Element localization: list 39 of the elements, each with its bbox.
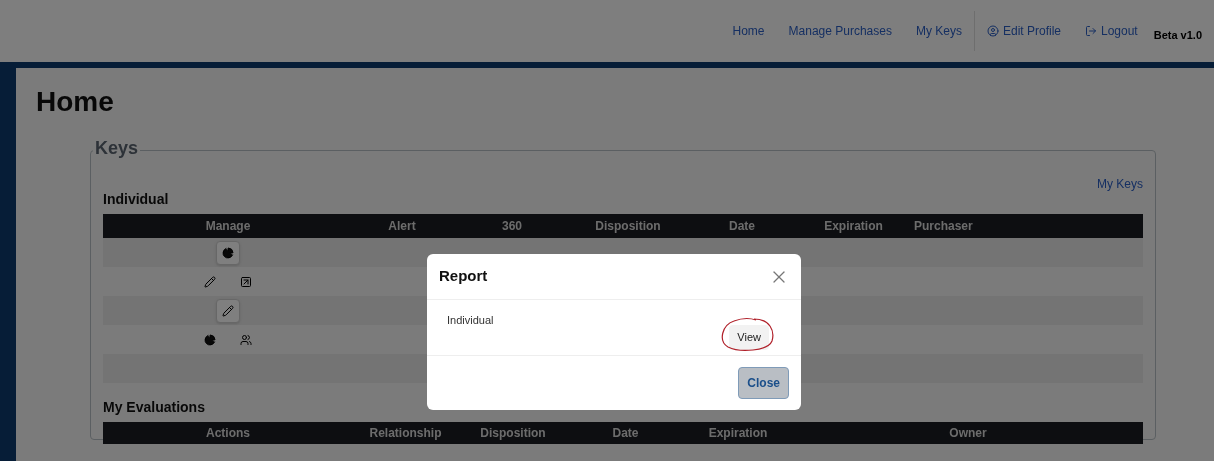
column-header: Disposition: [479, 425, 547, 442]
column-header: Date: [611, 425, 640, 442]
annotation-circle-drawing: [720, 317, 776, 353]
section-title: My Evaluations: [103, 398, 206, 417]
nav-link[interactable]: Edit Profile: [986, 22, 1061, 40]
dialog-title: Report: [439, 266, 488, 287]
nav-link[interactable]: Logout: [1085, 22, 1138, 40]
view-button[interactable]: View: [729, 325, 769, 350]
users-icon: [240, 333, 252, 346]
pencil-icon: [204, 275, 216, 288]
pie-chart-button[interactable]: [216, 240, 240, 265]
column-header: Expiration: [823, 218, 884, 235]
column-header: Alert: [387, 218, 417, 235]
column-header: Purchaser: [913, 218, 974, 235]
external-link-icon: [240, 275, 252, 288]
column-header: Relationship: [368, 425, 443, 442]
column-header: Manage: [204, 218, 252, 235]
version-label: Beta v1.0: [1153, 27, 1202, 43]
user-icon: [986, 25, 999, 37]
column-header: 360: [501, 218, 523, 235]
column-header: Expiration: [707, 425, 769, 442]
close-button[interactable]: Close: [738, 367, 789, 399]
pencil-button[interactable]: [216, 298, 240, 323]
nav-link[interactable]: My Keys: [915, 22, 962, 40]
my-keys-link[interactable]: My Keys: [1097, 175, 1143, 193]
column-header: Owner: [948, 425, 988, 442]
report-label: Individual: [447, 313, 494, 328]
page-title: Home: [36, 88, 115, 116]
pie-chart-icon: [204, 333, 216, 346]
logout-icon: [1085, 25, 1097, 37]
column-header: Actions: [205, 425, 251, 442]
nav-link[interactable]: Manage Purchases: [788, 22, 892, 40]
column-header: Disposition: [594, 218, 662, 235]
fieldset-legend: Keys: [93, 139, 141, 157]
section-title: Individual: [103, 190, 170, 209]
pencil-icon: [222, 304, 234, 317]
pie-chart-icon: [222, 246, 234, 259]
nav-link[interactable]: Home: [732, 22, 765, 40]
column-header: Date: [728, 218, 756, 235]
